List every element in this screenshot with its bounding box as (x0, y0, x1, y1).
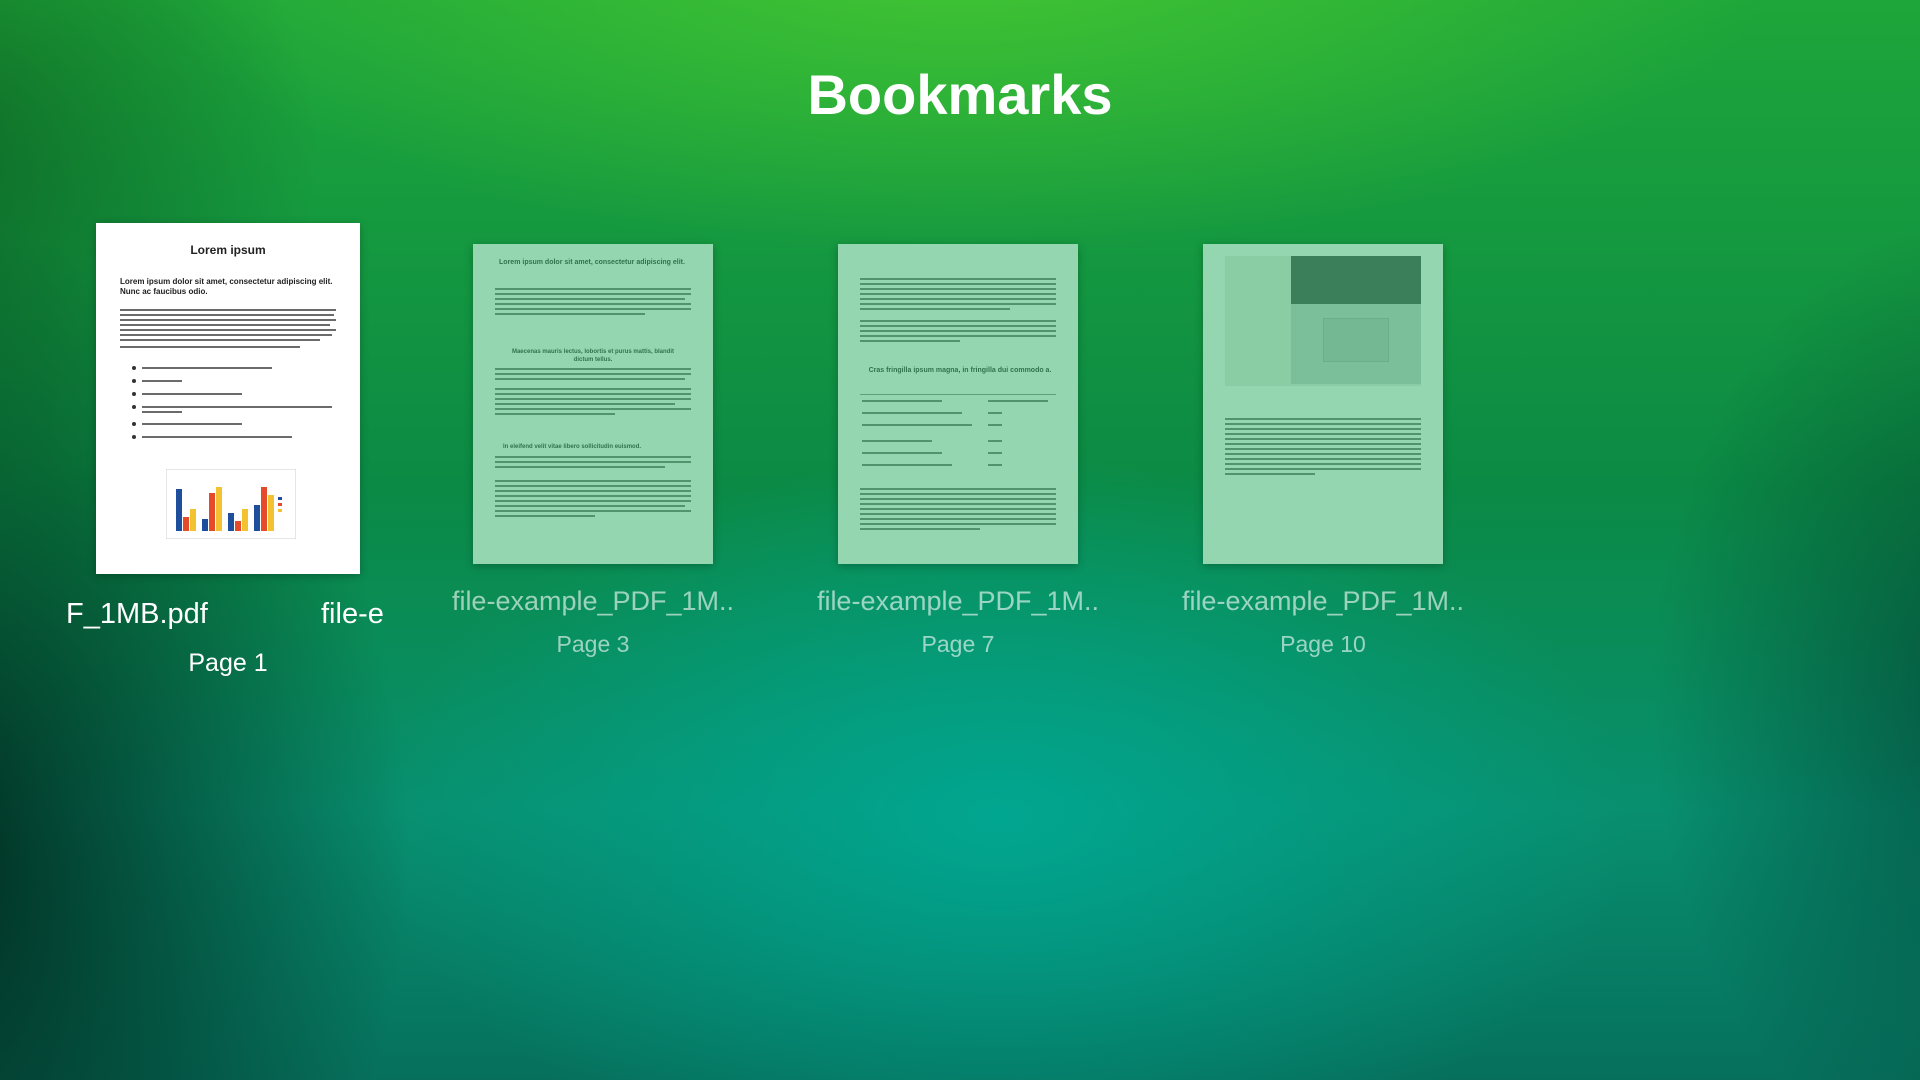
page-title: Bookmarks (807, 63, 1113, 126)
file-name-scroll-left: F_1MB.pdf (66, 598, 208, 630)
file-name-marquee: F_1MB.pdf file-e (66, 598, 388, 636)
preview-chart-image (166, 469, 296, 539)
preview-heading: Lorem ipsum dolor sit amet, consectetur … (499, 259, 685, 266)
preview-subheading: Lorem ipsum dolor sit amet, consectetur … (120, 277, 333, 296)
page-thumbnail[interactable]: Cras fringilla ipsum magna, in fringilla… (838, 244, 1078, 564)
page-label: Page 1 (188, 649, 268, 677)
file-name: file-example_PDF_1M.. (451, 586, 735, 616)
page-label: Page 7 (921, 631, 995, 657)
preview-heading: Lorem ipsum (190, 243, 266, 257)
page-thumbnail[interactable] (1203, 244, 1443, 564)
page-label: Page 3 (556, 631, 630, 657)
file-name: file-example_PDF_1M.. (816, 586, 1100, 616)
preview-laptop-image (1225, 256, 1421, 386)
file-name: file-example_PDF_1M.. (1181, 586, 1465, 616)
preview-heading-3: In eleifend velit vitae libero sollicitu… (503, 444, 642, 450)
file-name-scroll-right: file-e (321, 598, 384, 630)
page-thumbnail[interactable]: Lorem ipsum dolor sit amet, consectetur … (473, 244, 713, 564)
page-thumbnail[interactable]: Lorem ipsum Lorem ipsum dolor sit amet, … (96, 223, 360, 574)
preview-heading-2: Maecenas mauris lectus, lobortis et puru… (511, 349, 675, 363)
preview-heading: Cras fringilla ipsum magna, in fringilla… (868, 367, 1052, 374)
page-label: Page 10 (1280, 631, 1366, 657)
